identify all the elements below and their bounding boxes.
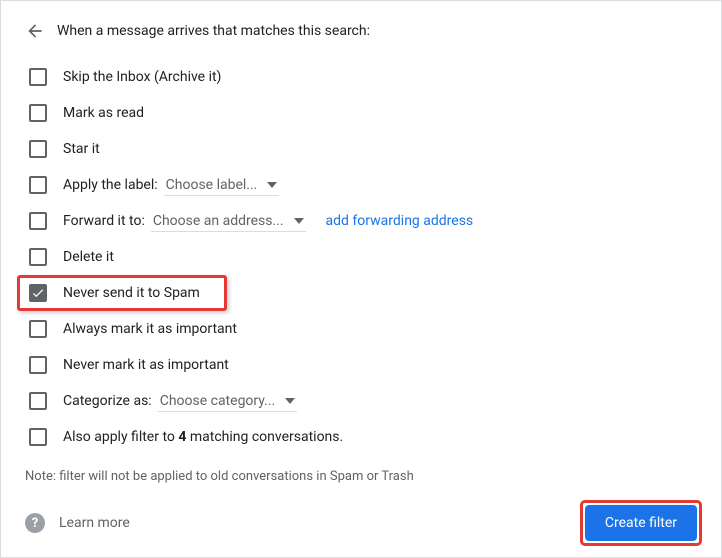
label-apply-label: Apply the label:	[63, 177, 158, 193]
checkbox-never-spam[interactable]	[29, 284, 47, 302]
checkbox-mark-important[interactable]	[29, 320, 47, 338]
header-title: When a message arrives that matches this…	[57, 23, 370, 39]
option-categorize: Categorize as: Choose category...	[29, 383, 697, 419]
dropdown-choose-label[interactable]: Choose label...	[164, 175, 280, 196]
filter-actions-panel: When a message arrives that matches this…	[0, 0, 722, 558]
checkbox-skip-inbox[interactable]	[29, 68, 47, 86]
checkbox-apply-label[interactable]	[29, 176, 47, 194]
help-icon: ?	[25, 513, 45, 533]
link-add-forwarding[interactable]: add forwarding address	[326, 213, 474, 229]
dropdown-choose-category-text: Choose category...	[160, 393, 276, 409]
label-mark-important: Always mark it as important	[63, 321, 237, 337]
chevron-down-icon	[294, 216, 304, 226]
label-mark-read: Mark as read	[63, 105, 144, 121]
checkbox-also-apply[interactable]	[29, 428, 47, 446]
checkbox-star[interactable]	[29, 140, 47, 158]
back-arrow-icon[interactable]	[25, 21, 45, 41]
option-delete: Delete it	[29, 239, 697, 275]
chevron-down-icon	[267, 180, 277, 190]
create-filter-button[interactable]: Create filter	[585, 505, 697, 541]
dropdown-choose-category[interactable]: Choose category...	[158, 391, 298, 412]
option-apply-label: Apply the label: Choose label...	[29, 167, 697, 203]
chevron-down-icon	[285, 396, 295, 406]
checkbox-mark-read[interactable]	[29, 104, 47, 122]
option-star: Star it	[29, 131, 697, 167]
label-delete: Delete it	[63, 249, 114, 265]
label-never-spam: Never send it to Spam	[63, 285, 200, 301]
label-skip-inbox: Skip the Inbox (Archive it)	[63, 69, 221, 85]
dropdown-choose-label-text: Choose label...	[166, 177, 258, 193]
label-categorize: Categorize as:	[63, 393, 152, 409]
option-forward: Forward it to: Choose an address... add …	[29, 203, 697, 239]
panel-footer: ? Learn more Create filter	[25, 505, 697, 541]
option-never-spam: Never send it to Spam	[29, 275, 697, 311]
checkbox-never-important[interactable]	[29, 356, 47, 374]
also-apply-prefix: Also apply filter to	[63, 429, 178, 445]
label-forward: Forward it to:	[63, 213, 145, 229]
also-apply-suffix: matching conversations.	[186, 429, 343, 445]
learn-more-link[interactable]: ? Learn more	[25, 513, 130, 533]
checkbox-forward[interactable]	[29, 212, 47, 230]
dropdown-choose-address[interactable]: Choose an address...	[151, 211, 306, 232]
learn-more-text: Learn more	[59, 515, 130, 531]
create-filter-wrap: Create filter	[585, 505, 697, 541]
option-mark-read: Mark as read	[29, 95, 697, 131]
label-also-apply: Also apply filter to 4 matching conversa…	[63, 429, 343, 445]
options-list: Skip the Inbox (Archive it) Mark as read…	[29, 59, 697, 455]
option-mark-important: Always mark it as important	[29, 311, 697, 347]
option-also-apply: Also apply filter to 4 matching conversa…	[29, 419, 697, 455]
panel-header: When a message arrives that matches this…	[25, 21, 697, 41]
option-skip-inbox: Skip the Inbox (Archive it)	[29, 59, 697, 95]
option-never-important: Never mark it as important	[29, 347, 697, 383]
label-never-important: Never mark it as important	[63, 357, 229, 373]
dropdown-choose-address-text: Choose an address...	[153, 213, 284, 229]
note-text: Note: filter will not be applied to old …	[25, 469, 697, 484]
checkbox-delete[interactable]	[29, 248, 47, 266]
label-star: Star it	[63, 141, 100, 157]
checkbox-categorize[interactable]	[29, 392, 47, 410]
